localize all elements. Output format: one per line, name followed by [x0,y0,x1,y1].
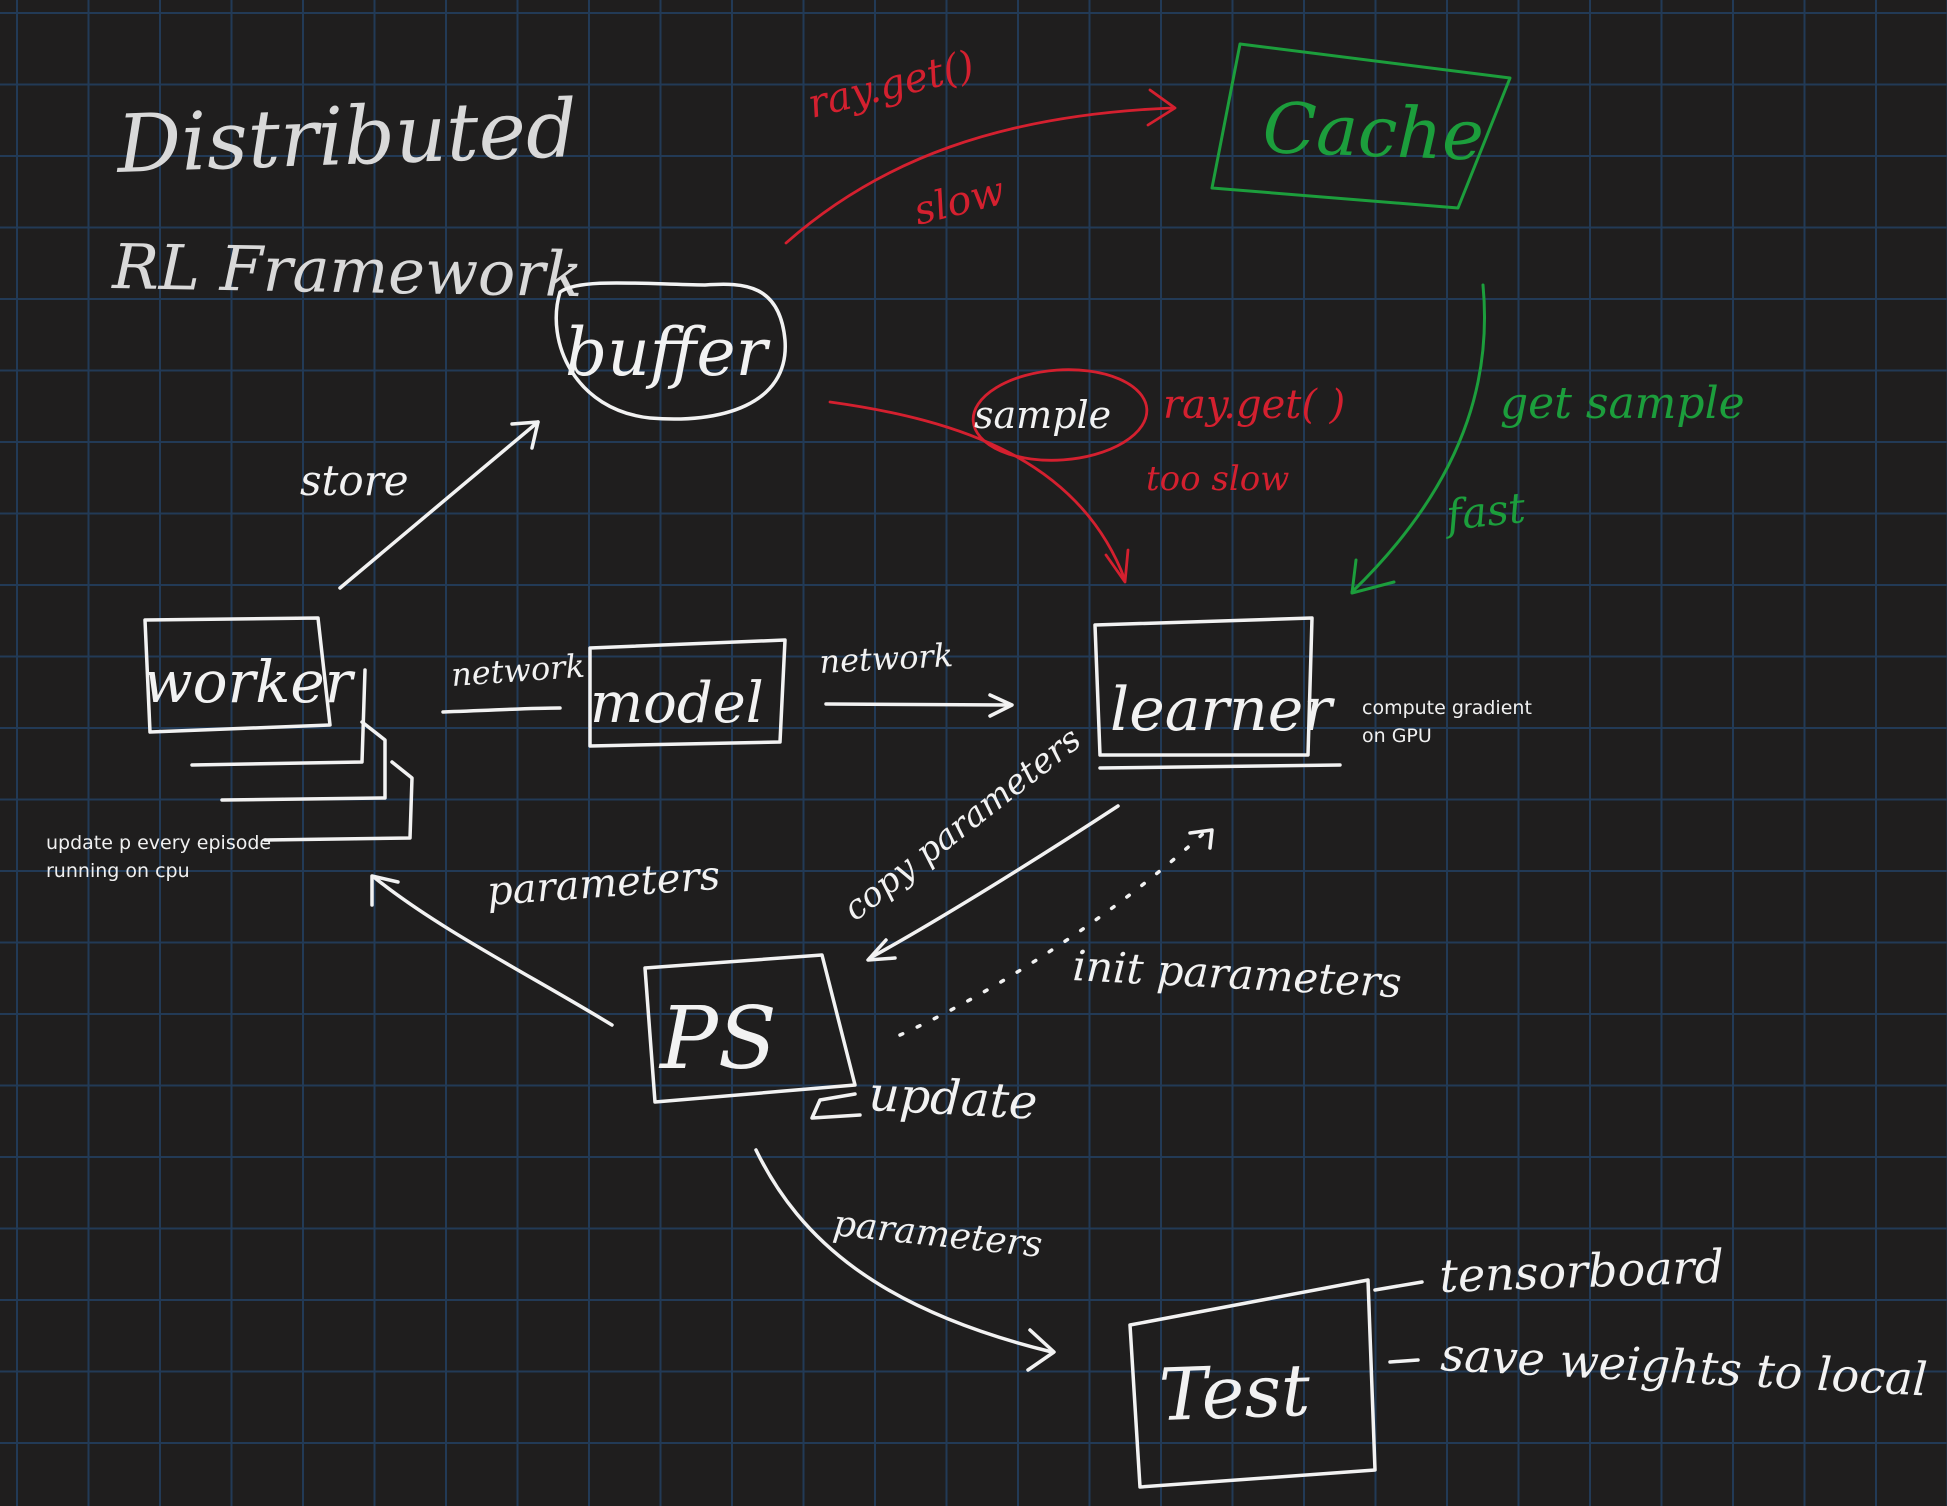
update-label: update [867,1066,1038,1131]
ray-get-mid-label: ray.get( ) [1163,382,1345,428]
learner-note: compute gradient on GPU [1362,694,1532,750]
arrow-learner-to-ps: copy parameters [836,719,1120,962]
sample-node: sample [971,368,1149,462]
worker-label: worker [143,648,356,716]
test-output-tensorboard: tensorboard [1373,1239,1725,1303]
test-label: Test [1158,1348,1313,1437]
arrow-worker-to-buffer: store [300,420,540,590]
model-node: model [588,638,787,748]
slow-label: slow [909,168,1009,235]
title-line1: Distributed [113,82,578,191]
fast-label: fast [1441,483,1528,540]
save-weights-label: save weights to local [1439,1327,1928,1406]
test-node: Test [1128,1278,1377,1489]
arrow-ps-init-learner: init parameters [898,828,1403,1037]
buffer-label: buffer [565,314,771,391]
arrow-worker-network-model: network [441,647,586,714]
init-parameters-label: init parameters [1071,941,1402,1007]
ray-get-top-label: ray.get() [803,42,979,128]
arrow-buffer-to-cache: ray.get() slow [784,42,1177,245]
store-label: store [300,456,409,505]
diagram-canvas: Distributed RL Framework buffer Cache ra… [111,42,1929,1489]
tensorboard-label: tensorboard [1438,1239,1724,1303]
learner-note-line1: compute gradient [1362,697,1532,719]
learner-label: learner [1110,675,1335,745]
parameters-worker-label: parameters [485,853,721,915]
worker-node: worker [143,616,414,842]
buffer-node: buffer [554,281,787,421]
worker-note-line2: running on cpu [46,860,190,882]
whiteboard: Distributed RL Framework buffer Cache ra… [0,0,1947,1506]
too-slow-label: too slow [1146,459,1289,499]
test-output-save-weights: save weights to local [1388,1327,1929,1406]
arrow-model-network-learner: network [818,636,1014,718]
arrow-cache-to-learner: get sample fast [1350,283,1745,595]
worker-note-line1: update p every episode [46,832,272,854]
network-left-label: network [450,647,586,694]
ps-node: PS [643,953,862,1120]
ps-label: PS [658,989,777,1089]
arrow-ps-to-test: parameters [754,1148,1056,1372]
copy-parameters-label: copy parameters [836,719,1089,929]
network-right-label: network [818,636,954,681]
model-label: model [590,671,764,736]
sample-label: sample [974,393,1111,437]
cache-label: Cache [1261,87,1485,177]
parameters-test-label: parameters [831,1203,1044,1266]
learner-note-line2: on GPU [1362,725,1432,747]
learner-node: learner [1093,616,1342,770]
get-sample-label: get sample [1500,378,1745,429]
worker-note: update p every episode running on cpu [46,829,271,885]
cache-node: Cache [1210,42,1512,210]
title-line2: RL Framework [111,230,583,311]
